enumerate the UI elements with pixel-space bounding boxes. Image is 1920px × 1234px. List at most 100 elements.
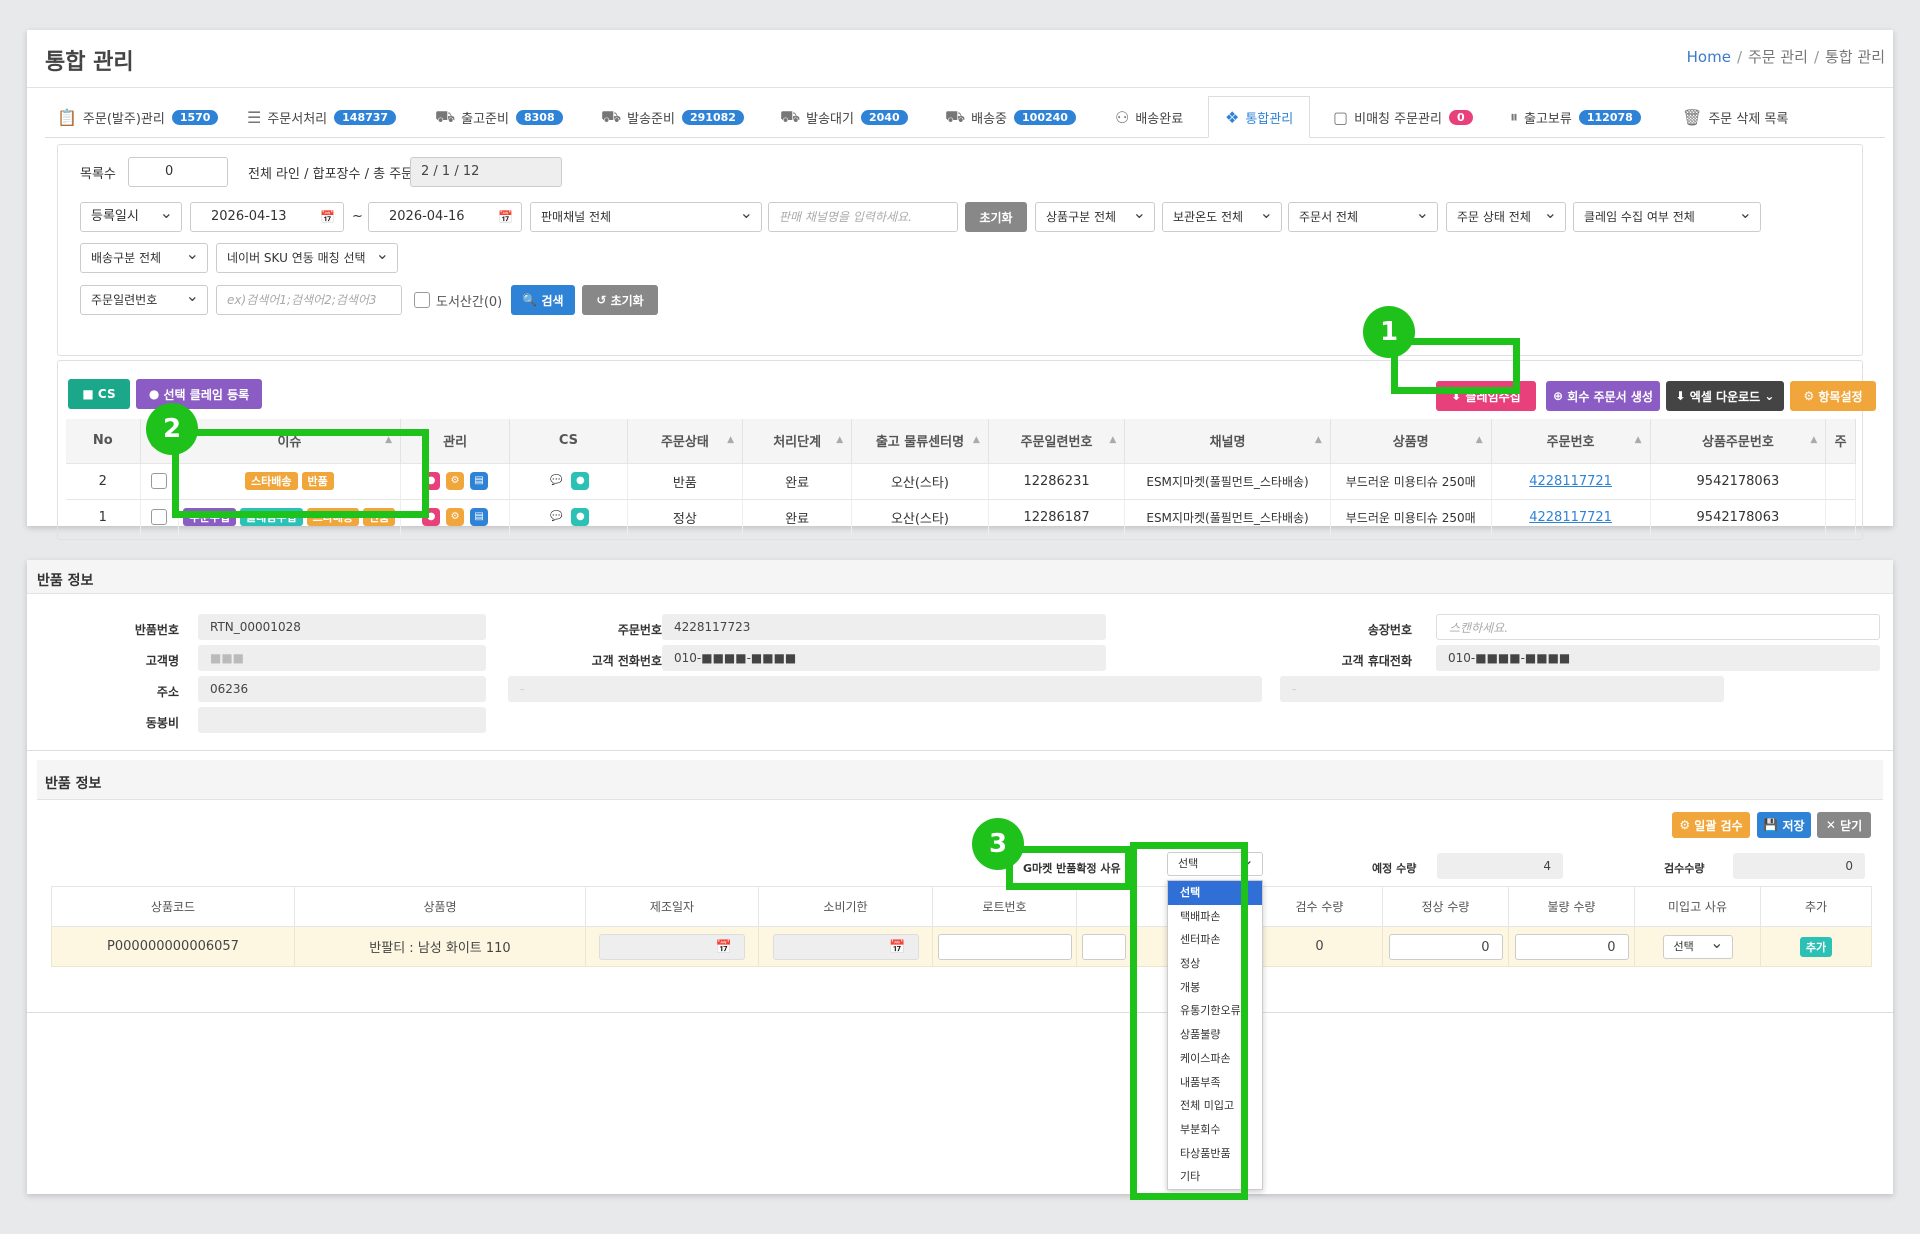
order-table: No 이슈 ▲ 관리 CS 주문상태 ▲ 처리단계 ▲ 출고 물류센터명 ▲ 주문일련번… [66, 419, 1856, 535]
tab-order-placement[interactable]: 📋 주문(발주)관리 1570 [57, 96, 219, 138]
delivery-type-select[interactable]: 배송구분 전체 [80, 243, 208, 273]
table-row[interactable]: 1 주문수집 클레임수집 스타배송 반품 ● ⚙ ▤ 💬 ● 정상 완료 오산(스타) 12… [66, 498, 1856, 535]
reason-select[interactable]: 선택 [1167, 852, 1263, 876]
col-order-no[interactable]: 주문번호 ▲ [1491, 419, 1651, 463]
search-keyword-input[interactable]: ex)검색어1;검색어2;검색어3 [216, 285, 402, 315]
bulk-inspect-button[interactable]: ⚙ 일괄 검수 [1672, 812, 1750, 838]
dropdown-option[interactable]: 전체 미입고 [1168, 1094, 1262, 1118]
dropdown-option[interactable]: 상품불량 [1168, 1023, 1262, 1047]
plus-circle-icon: ⊕ [1553, 389, 1564, 403]
reset-button[interactable]: ↺ 초기화 [582, 285, 658, 315]
return-order-button[interactable]: ⊕ 회수 주문서 생성 [1546, 381, 1660, 411]
channel-select[interactable]: 판매채널 전체 [530, 202, 762, 232]
lot-no-input[interactable] [937, 933, 1072, 960]
order-doc-select[interactable]: 주문서 전체 [1288, 202, 1438, 232]
settings-icon[interactable]: ⚙ [446, 472, 465, 490]
date-type-select[interactable]: 등록일시 [80, 202, 182, 232]
claim-collect-button[interactable]: ⬇ 클레임수집 [1436, 381, 1536, 411]
list-count-input[interactable]: 0 [128, 157, 228, 187]
col-product[interactable]: 상품명 ▲ [1330, 419, 1492, 463]
dropdown-option[interactable]: 센터파손 [1168, 928, 1262, 952]
order-no-link[interactable]: 4228117721 [1529, 474, 1612, 489]
table-row[interactable]: 2 스타배송 반품 ● ⚙ ▤ 💬 ● 반품 완료 오산(스타) 12286231 ES… [66, 462, 1856, 499]
tab-deleted-orders[interactable]: 🗑 주문 삭제 목록 [1682, 96, 1788, 138]
col-channel[interactable]: 채널명 ▲ [1124, 419, 1331, 463]
settings-icon[interactable]: ⚙ [446, 508, 465, 527]
row-checkbox[interactable] [151, 509, 168, 526]
normal-qty-input[interactable]: 0 [1388, 933, 1503, 960]
tab-shipping-wait[interactable]: ⛟ 발송대기 2040 [780, 96, 908, 138]
column-settings-button[interactable]: ⚙ 항목설정 [1790, 381, 1876, 411]
step-marker-3: 3 [972, 818, 1024, 870]
tab-unmatched[interactable]: ▢ 비매칭 주문관리 0 [1333, 96, 1473, 138]
tab-integrated[interactable]: ❖ 통합관리 [1208, 96, 1311, 138]
cs-status-icon[interactable]: ● [571, 472, 590, 490]
search-button[interactable]: 🔍 검색 [511, 285, 575, 315]
tab-release-prep[interactable]: ⛟ 출고준비 8308 [435, 96, 563, 138]
save-button[interactable]: 💾 저장 [1757, 812, 1811, 838]
tab-release-hold[interactable]: ⏸ 출고보류 112078 [1510, 96, 1641, 138]
col-lot-no: 로트번호 [932, 886, 1077, 927]
dropdown-option[interactable]: 유통기한오류 [1168, 999, 1262, 1023]
order-no-link[interactable]: 4228117721 [1529, 510, 1612, 525]
chat-icon[interactable]: 💬 [547, 508, 566, 527]
dropdown-option[interactable]: 정상 [1168, 952, 1262, 976]
invoice-label: 송장번호 [1367, 623, 1412, 637]
inspected-qty-label: 검수수량 [1664, 862, 1705, 875]
date-to-input[interactable]: 2026-04-16 📅 [368, 202, 522, 232]
tab-delivered[interactable]: ⚇ 배송완료 [1115, 96, 1183, 138]
dropdown-option[interactable]: 부분회수 [1168, 1118, 1262, 1142]
step-marker-1: 1 [1363, 306, 1415, 358]
record-icon[interactable]: ● [422, 508, 441, 527]
dropdown-option[interactable]: 케이스파손 [1168, 1047, 1262, 1071]
tab-in-delivery[interactable]: ⛟ 배송중 100240 [945, 96, 1076, 138]
channel-search-input[interactable]: 판매 채널명을 입력하세요. [768, 202, 958, 232]
col-serial[interactable]: 주문일련번호 ▲ [988, 419, 1126, 463]
chat-icon[interactable]: 💬 [547, 472, 566, 490]
tab-order-processing[interactable]: ☰ 주문서처리 148737 [247, 96, 397, 138]
order-status-select[interactable]: 주문 상태 전체 [1446, 202, 1566, 232]
tab-shipping-prep[interactable]: ⛟ 발송준비 291082 [601, 96, 744, 138]
col-stage[interactable]: 처리단계 ▲ [742, 419, 853, 463]
channel-reset-button[interactable]: 초기화 [965, 202, 1027, 232]
dropdown-option[interactable]: 타상품반품 [1168, 1142, 1262, 1166]
dropdown-option[interactable]: 선택 [1168, 881, 1262, 905]
date-from-input[interactable]: 2026-04-13 📅 [190, 202, 344, 232]
row-checkbox[interactable] [151, 473, 168, 489]
dropdown-option[interactable]: 내품부족 [1168, 1071, 1262, 1095]
dropdown-option[interactable]: 개봉 [1168, 976, 1262, 1000]
col-order-status[interactable]: 주문상태 ▲ [627, 419, 744, 463]
storage-temp-select[interactable]: 보관온도 전체 [1162, 202, 1282, 232]
invoice-input[interactable]: 스캔하세요. [1436, 614, 1880, 640]
dropdown-option[interactable]: 기타 [1168, 1165, 1262, 1189]
naver-sku-select[interactable]: 네이버 SKU 연동 매칭 선택 [216, 243, 398, 273]
island-checkbox[interactable] [414, 292, 430, 308]
search-field-select[interactable]: 주문일련번호 [80, 285, 208, 315]
claim-collect-select[interactable]: 클레임 수집 여부 전체 [1573, 202, 1761, 232]
col-center[interactable]: 출고 물류센터명 ▲ [851, 419, 989, 463]
breadcrumb-orders[interactable]: 주문 관리 [1748, 48, 1808, 66]
dropdown-option[interactable]: 택배파손 [1168, 905, 1262, 929]
cs-button[interactable]: ■ CS [68, 379, 130, 409]
circle-icon: ● [148, 387, 160, 401]
expiry-date-input[interactable]: 📅 [772, 933, 919, 960]
cs-status-icon[interactable]: ● [571, 508, 590, 527]
add-button[interactable]: 추가 [1799, 936, 1833, 957]
document-icon[interactable]: ▤ [470, 472, 489, 490]
breadcrumb-home[interactable]: Home [1687, 48, 1731, 66]
col-issue[interactable]: 이슈 ▲ [178, 419, 402, 463]
mfg-date-input[interactable]: 📅 [599, 933, 745, 960]
document-icon[interactable]: ▤ [470, 508, 489, 527]
reason-row-select[interactable]: 선택 [1662, 934, 1733, 959]
record-icon[interactable]: ● [422, 472, 441, 490]
shipping-icon: ⛟ [601, 106, 622, 126]
product-type-select[interactable]: 상품구분 전체 [1035, 202, 1155, 232]
close-button[interactable]: ✕ 닫기 [1817, 812, 1871, 838]
col-product-order-no[interactable]: 상품주문번호 ▲ [1650, 419, 1827, 463]
claim-register-button[interactable]: ● 선택 클레임 등록 [136, 379, 262, 409]
defect-qty-input[interactable]: 0 [1514, 933, 1629, 960]
hidden-input[interactable] [1081, 933, 1126, 960]
col-more: 주 [1825, 419, 1856, 463]
excel-download-button[interactable]: ⬇ 엑셀 다운로드 ⌄ [1666, 381, 1784, 411]
calendar-icon: 📅 [889, 939, 906, 955]
